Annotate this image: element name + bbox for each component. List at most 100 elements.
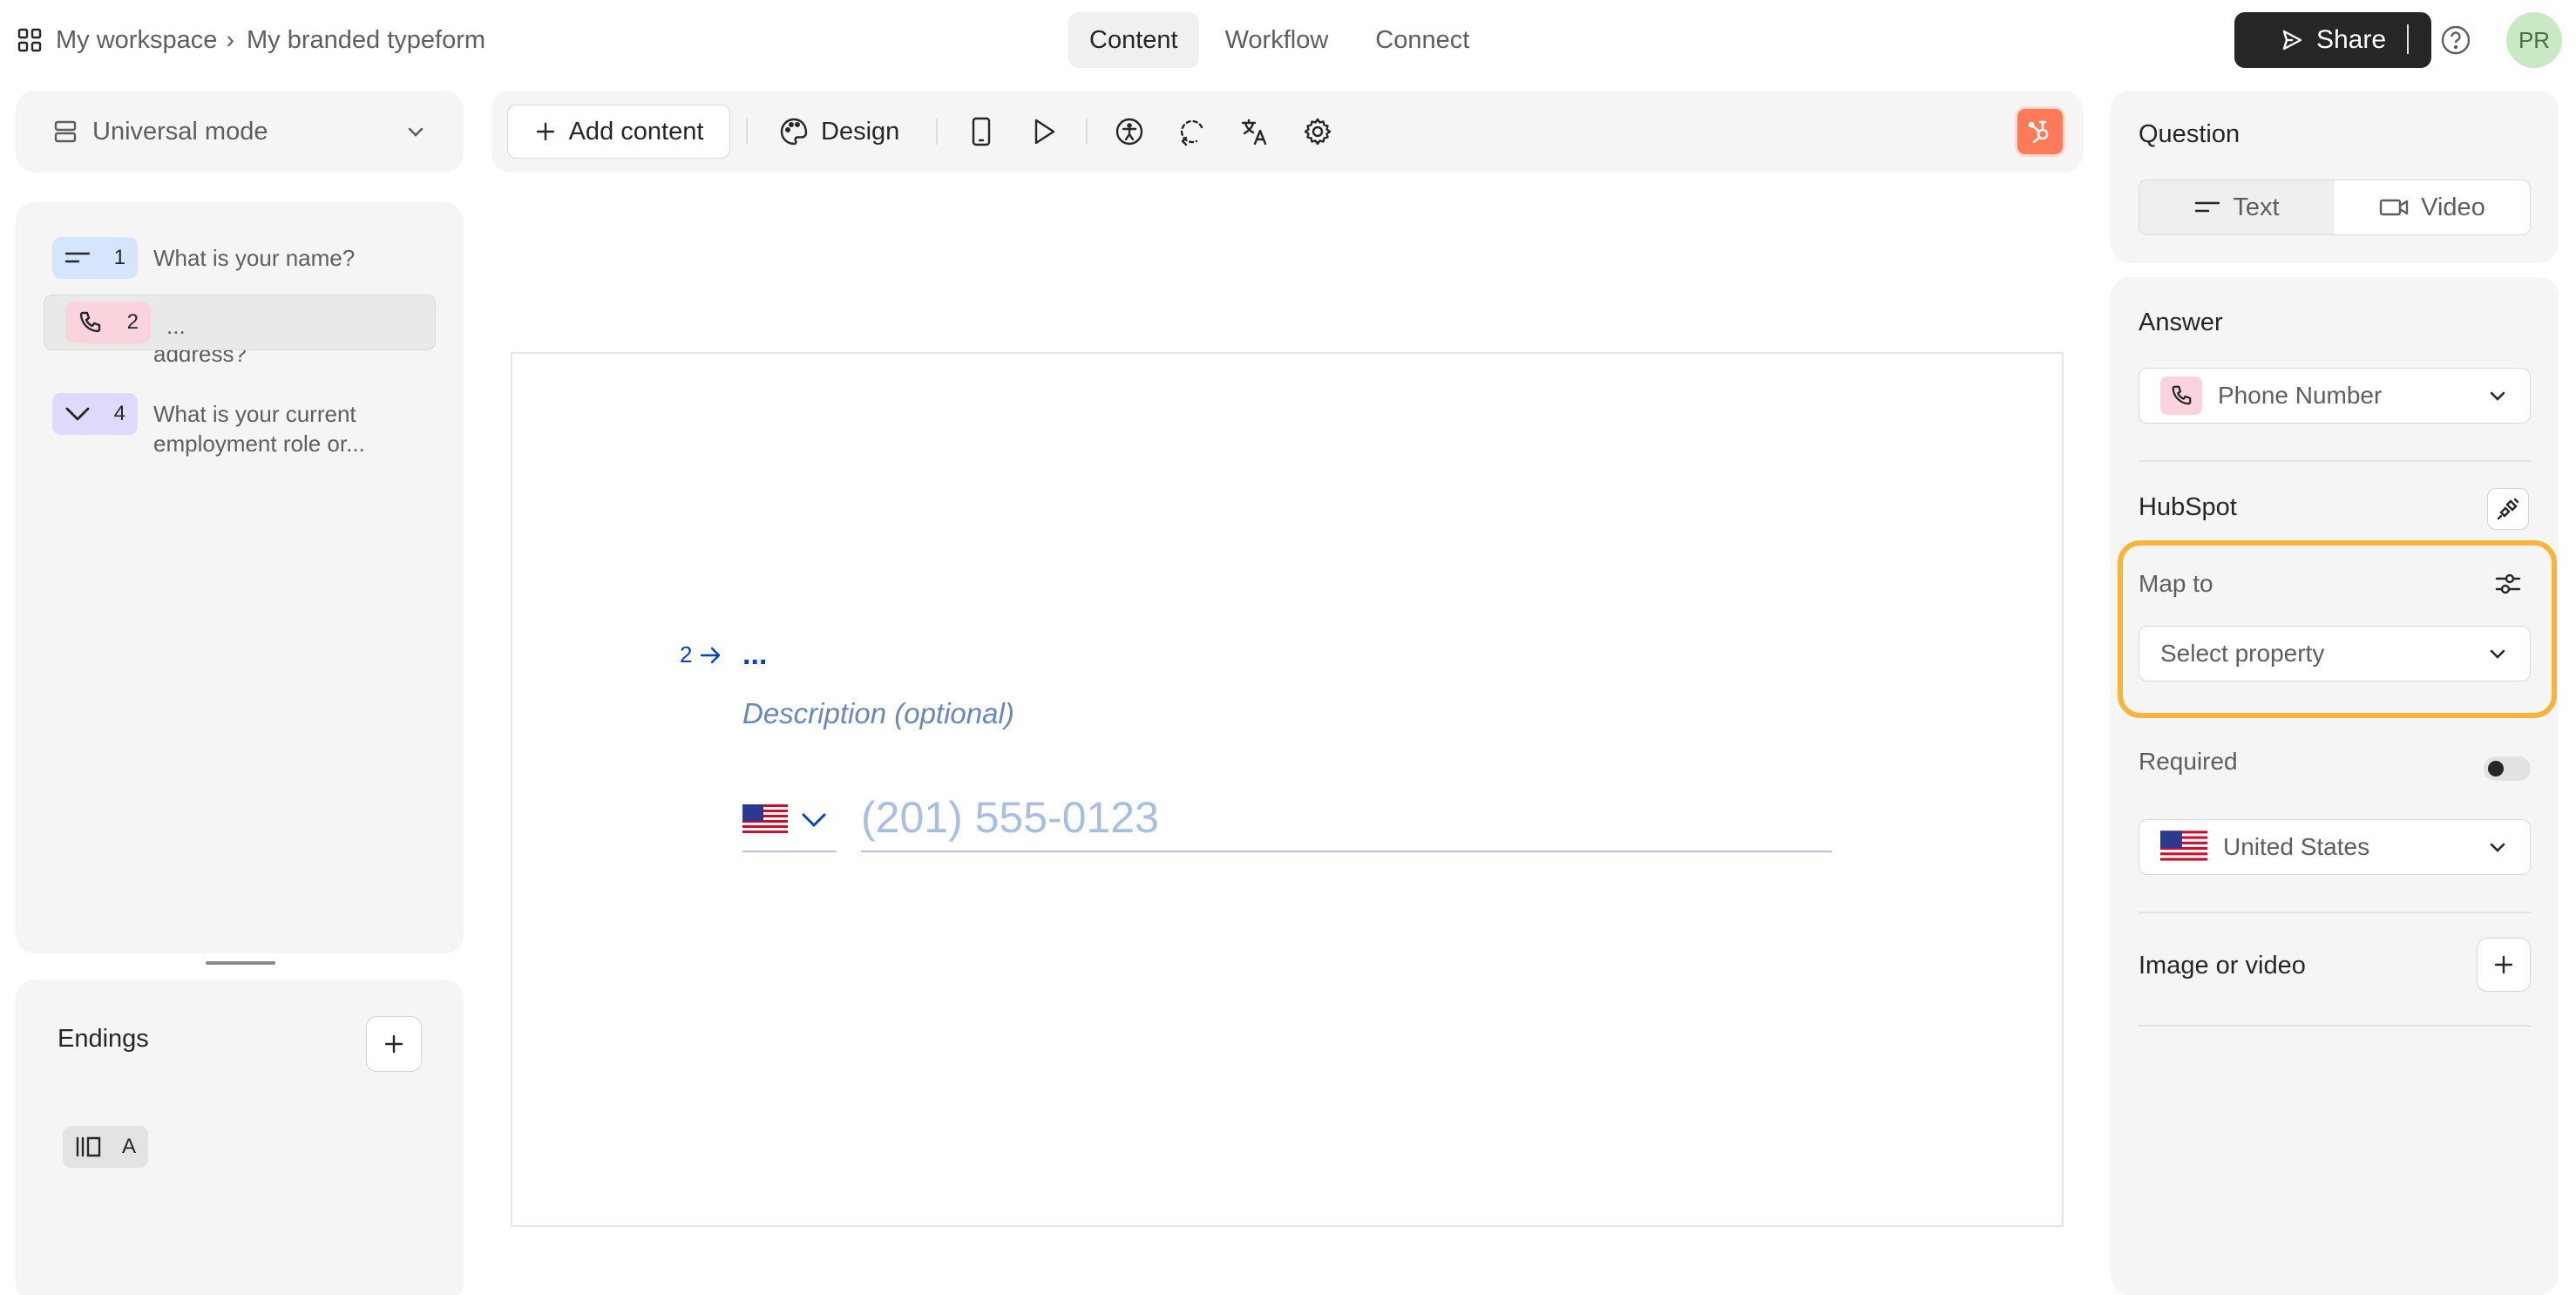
add-ending-button[interactable] [366,1016,422,1072]
question-number: 2 [126,310,139,334]
add-content-label: Add content [568,117,704,146]
tab-workflow[interactable]: Workflow [1204,12,1350,68]
answer-type-dropdown[interactable]: Phone Number [2139,368,2531,424]
header-divider [2407,24,2409,54]
video-format-label: Video [2421,193,2485,221]
avatar[interactable]: PR [2506,12,2562,68]
country-code-selector[interactable] [742,790,837,852]
chevron-down-icon [404,120,427,143]
chevron-down-icon [2490,843,2505,852]
arrow-right-icon [699,646,722,665]
mode-selector[interactable]: Universal mode [16,91,464,173]
toolbar-divider [746,119,748,145]
hubspot-section-title: HubSpot [2139,493,2237,521]
translate-icon[interactable] [1237,114,1272,149]
tab-content[interactable]: Content [1068,12,1199,68]
text-format-label: Text [2233,193,2280,221]
question-section-title: Question [2139,120,2240,148]
short-text-icon [64,249,91,267]
question-number-indicator: 2 [680,641,722,668]
top-bar: My workspace › My branded typeform Conte… [0,0,2576,80]
video-format-button[interactable]: Video [2335,180,2530,234]
resize-handle[interactable] [206,961,275,965]
accessibility-icon[interactable] [1112,114,1147,149]
mobile-preview-icon[interactable] [964,114,999,149]
question-text: ... [166,312,186,339]
breadcrumb-form-name[interactable]: My branded typeform [247,26,485,55]
canvas-question-title[interactable]: ... [742,638,767,672]
design-button[interactable]: Design [779,105,899,159]
canvas-description[interactable]: Description (optional) [742,697,1014,730]
tab-connect[interactable]: Connect [1354,12,1490,68]
divider [2139,460,2531,462]
mode-label: Universal mode [92,117,268,146]
toolbar-divider [1086,119,1088,145]
main-nav: Content Workflow Connect [1068,12,1490,68]
chevron-down-icon [2490,391,2505,401]
answer-section-title: Answer [2139,308,2223,336]
ending-label: A [121,1135,136,1158]
question-settings-panel: Answer Phone Number HubSpot Map to Selec… [2111,277,2559,1295]
country-label: United States [2223,833,2370,860]
question-badge-4: 4 [52,393,138,435]
toggle-knob [2488,761,2504,776]
answer-type-label: Phone Number [2218,382,2383,409]
country-dropdown[interactable]: United States [2139,819,2531,875]
palette-icon [780,118,808,146]
ending-item-a[interactable]: A [63,1126,148,1168]
share-label: Share [2315,25,2387,54]
question-item-1[interactable]: 1 What is your name? [37,228,443,288]
breadcrumb-separator: › [226,25,234,54]
toolbar-divider [936,119,938,145]
required-label: Required [2139,748,2238,775]
question-text: What is your current employment role or.… [153,401,365,457]
add-image-video-button[interactable] [2477,938,2531,992]
chevron-down-icon [800,810,828,830]
canvas-question-number: 2 [680,641,693,668]
us-flag-icon [742,804,788,836]
logic-icon[interactable] [1175,114,1210,149]
plus-icon [2494,955,2513,974]
question-type-panel: Question Text Video [2111,91,2559,263]
question-item-2[interactable]: 2 ... [44,295,436,350]
divider [2139,912,2531,913]
video-icon [2379,199,2409,216]
endings-panel: Endings A [16,980,464,1295]
image-video-label: Image or video [2139,952,2306,980]
phone-number-input[interactable]: (201) 555-0123 [861,784,1832,852]
question-item-4[interactable]: 4 What is your current employment role o… [37,384,443,467]
text-format-button[interactable]: Text [2139,180,2335,234]
breadcrumb: My workspace › My branded typeform [16,19,485,61]
question-list: 1 What is your name? 2 ... 3 What is you… [16,202,464,953]
send-icon [2280,28,2304,52]
required-toggle[interactable] [2484,756,2531,781]
plus-icon [536,122,554,141]
question-badge-1: 1 [52,237,138,279]
plus-icon [384,1034,403,1054]
design-label: Design [821,117,900,146]
ending-icon [75,1135,103,1159]
question-badge-2: 2 [65,302,151,343]
help-icon[interactable] [2438,23,2473,58]
map-to-highlight [2118,540,2557,718]
breadcrumb-workspace[interactable]: My workspace [56,26,217,55]
chevron-down-icon [64,404,91,424]
question-number: 1 [113,246,125,269]
question-text: What is your name? [153,245,356,271]
short-text-icon [2195,201,2220,213]
us-flag-icon [2160,831,2207,864]
phone-icon [2160,376,2202,415]
hubspot-connection-button[interactable] [2487,488,2529,530]
share-button[interactable]: Share [2234,12,2431,68]
phone-icon [78,310,102,335]
play-icon[interactable] [1027,114,1061,149]
divider [2139,1025,2531,1027]
plug-icon [2497,498,2519,520]
question-number: 4 [113,402,125,425]
add-content-button[interactable]: Add content [507,105,730,159]
hubspot-icon[interactable] [2015,106,2065,157]
grid-icon[interactable] [16,26,44,54]
settings-icon[interactable] [1300,114,1335,149]
endings-title: Endings [58,1025,149,1053]
question-format-toggle: Text Video [2139,180,2531,235]
